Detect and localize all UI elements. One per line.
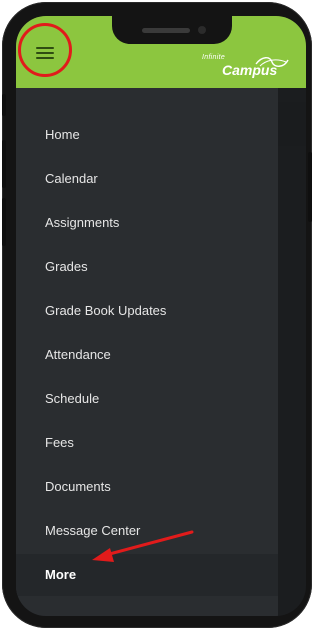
annotation-circle [18,23,72,77]
menu-item-documents[interactable]: Documents [16,466,278,508]
phone-volume-down [2,198,6,246]
phone-notch [112,16,232,44]
speaker-grille [142,28,190,33]
phone-power-button [308,152,312,222]
menu-item-home[interactable]: Home [16,114,278,156]
annotation-arrow [92,530,194,562]
menu-item-assignments[interactable]: Assignments [16,202,278,244]
menu-item-grades[interactable]: Grades [16,246,278,288]
menu-item-attendance[interactable]: Attendance [16,334,278,376]
phone-mute-switch [2,94,6,116]
scroll-strip [278,102,306,146]
app-header: Infinite Campus [16,16,306,88]
menu-item-grade-book-updates[interactable]: Grade Book Updates [16,290,278,332]
logo-line1: Infinite [202,54,226,61]
menu-item-fees[interactable]: Fees [16,422,278,464]
front-camera [198,26,206,34]
infinity-swoosh-icon [255,57,289,67]
phone-frame: Infinite Campus Home Calendar Assignment… [2,2,312,628]
phone-volume-up [2,140,6,188]
menu-item-schedule[interactable]: Schedule [16,378,278,420]
menu-item-calendar[interactable]: Calendar [16,158,278,200]
infinite-campus-logo: Infinite Campus [202,54,294,82]
